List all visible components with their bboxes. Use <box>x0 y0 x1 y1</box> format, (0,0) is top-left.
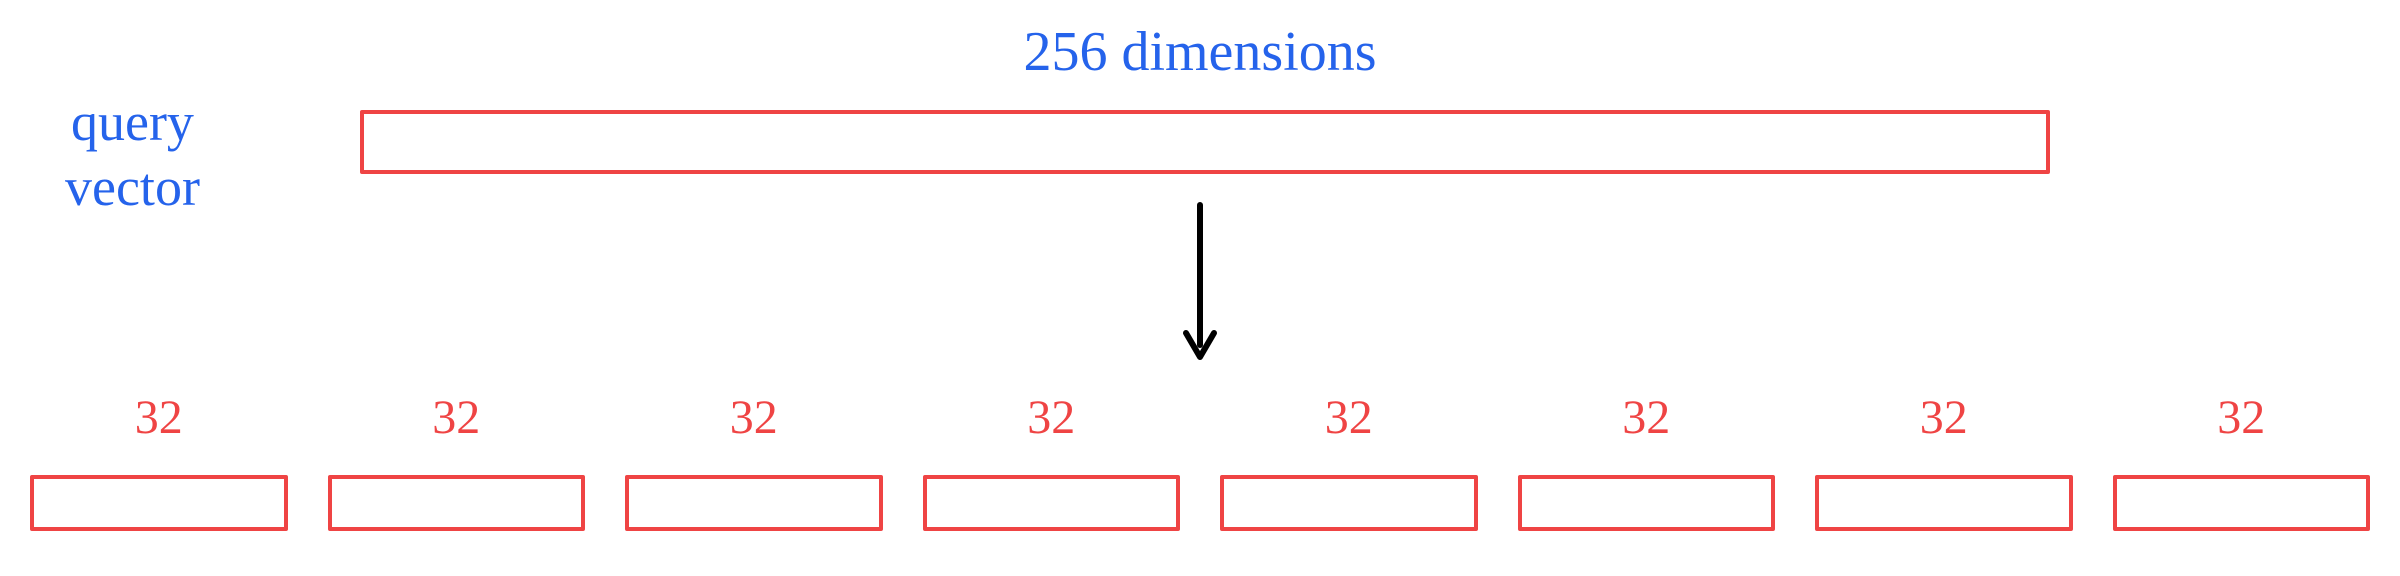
sub-vector-box <box>923 475 1181 531</box>
query-vector-label: query vector <box>65 90 200 220</box>
sub-vector-0: 32 <box>30 390 288 531</box>
full-query-vector-box <box>360 110 2050 174</box>
sub-vector-box <box>1815 475 2073 531</box>
query-vector-text-line1: query vector <box>65 92 200 217</box>
split-arrow-icon <box>1180 195 1220 375</box>
sub-vector-box <box>1220 475 1478 531</box>
sub-vector-2: 32 <box>625 390 883 531</box>
sub-vector-4: 32 <box>1220 390 1478 531</box>
sub-vector-label: 32 <box>135 390 183 445</box>
sub-vector-label: 32 <box>730 390 778 445</box>
sub-vector-label: 32 <box>2217 390 2265 445</box>
sub-vector-label: 32 <box>1920 390 1968 445</box>
sub-vector-label: 32 <box>432 390 480 445</box>
sub-vectors-row: 32 32 32 32 32 32 32 32 <box>30 390 2370 531</box>
sub-vector-label: 32 <box>1325 390 1373 445</box>
sub-vector-box <box>30 475 288 531</box>
sub-vector-label: 32 <box>1027 390 1075 445</box>
vector-split-diagram: query vector 256 dimensions 32 32 32 32 … <box>0 0 2400 576</box>
sub-vector-7: 32 <box>2113 390 2371 531</box>
sub-vector-3: 32 <box>923 390 1181 531</box>
sub-vector-5: 32 <box>1518 390 1776 531</box>
sub-vector-label: 32 <box>1622 390 1670 445</box>
sub-vector-box <box>625 475 883 531</box>
sub-vector-box <box>1518 475 1776 531</box>
sub-vector-box <box>2113 475 2371 531</box>
sub-vector-6: 32 <box>1815 390 2073 531</box>
sub-vector-1: 32 <box>328 390 586 531</box>
sub-vector-box <box>328 475 586 531</box>
dimensions-label: 256 dimensions <box>1023 20 1376 84</box>
